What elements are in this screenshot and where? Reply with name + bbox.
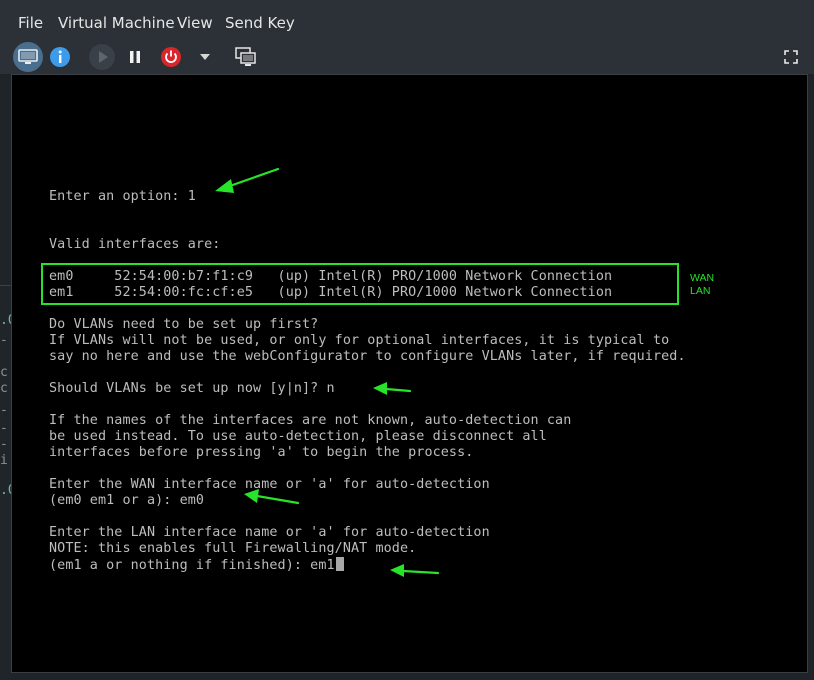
- chevron-down-icon: [200, 54, 210, 60]
- vm-console-screen[interactable]: Enter an option: 1 Valid interfaces are:…: [11, 74, 808, 673]
- shutdown-menu-button[interactable]: [190, 42, 220, 72]
- info-icon: [50, 47, 70, 67]
- background-text-fragment: -: [0, 421, 8, 436]
- annotation-arrows: [215, 167, 440, 577]
- annotation-arrow-icon: [390, 564, 440, 577]
- menu-file[interactable]: File: [18, 14, 43, 32]
- background-text-fragment: -: [0, 403, 8, 418]
- menu-virtual-machine[interactable]: Virtual Machine: [58, 14, 175, 32]
- annotation-arrow-icon: [244, 489, 300, 505]
- background-text-fragment: c: [0, 365, 8, 380]
- menu-bar: File Virtual Machine View Send Key: [0, 0, 814, 44]
- snapshot-icon: [235, 47, 256, 66]
- power-icon: [161, 47, 181, 67]
- menu-view[interactable]: View: [177, 14, 213, 32]
- details-button[interactable]: [45, 42, 75, 72]
- toolbar: [0, 40, 814, 74]
- background-window-edge: .0 - c c - - - i .0: [0, 285, 16, 680]
- background-text-fragment: i: [0, 453, 8, 468]
- annotation-arrow-icon: [373, 382, 412, 395]
- run-button[interactable]: [87, 42, 117, 72]
- fullscreen-icon: [784, 50, 798, 64]
- play-icon: [89, 44, 115, 70]
- menu-send-key[interactable]: Send Key: [225, 14, 295, 32]
- vm-viewer-window: File Virtual Machine View Send Key .0 - …: [0, 0, 814, 680]
- fullscreen-button[interactable]: [776, 42, 806, 72]
- background-text-fragment: -: [0, 437, 8, 452]
- show-console-button[interactable]: [13, 42, 43, 72]
- pause-button[interactable]: [120, 42, 150, 72]
- pause-icon: [130, 51, 140, 63]
- monitor-icon: [18, 49, 38, 64]
- annotation-arrow-icon: [215, 167, 280, 193]
- background-text-fragment: c: [0, 381, 8, 396]
- shutdown-button[interactable]: [156, 42, 186, 72]
- snapshots-button[interactable]: [231, 42, 261, 72]
- background-text-fragment: -: [0, 333, 8, 348]
